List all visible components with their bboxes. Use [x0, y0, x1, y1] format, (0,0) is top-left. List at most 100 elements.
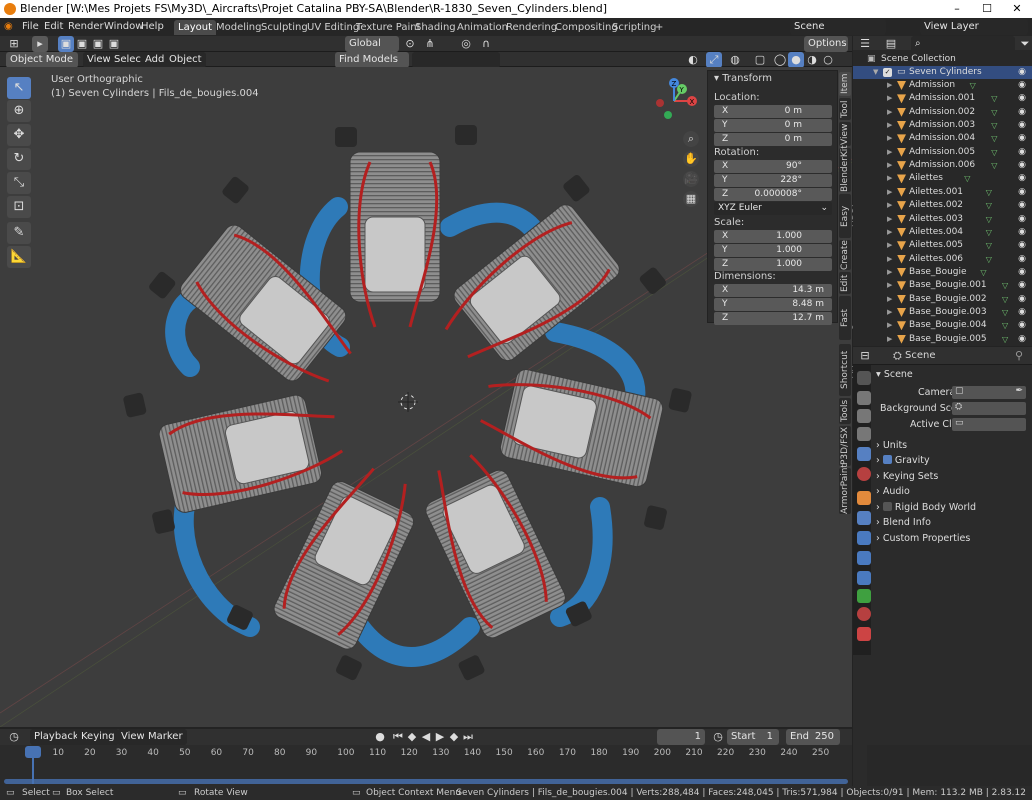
outliner-item[interactable]: ▶ Ailettes ▽ ◉ — [853, 172, 1032, 185]
expand-arrow-icon[interactable]: ▶ — [887, 279, 892, 292]
scene-selector[interactable]: Scene — [790, 19, 886, 35]
pivot-icon[interactable]: ⊙ — [402, 36, 418, 52]
visibility-icon[interactable]: ◐ — [685, 52, 701, 68]
outliner-item[interactable]: ▶ Ailettes.005 ▽ ◉ — [853, 239, 1032, 252]
location-z-field[interactable]: Z0 m — [714, 133, 832, 146]
tab-create[interactable]: Create — [839, 240, 851, 270]
outliner-item[interactable]: ▶ Base_Bougie.004 ▽ ◉ — [853, 319, 1032, 332]
eye-icon[interactable]: ◉ — [1018, 253, 1026, 266]
scene-panel-header[interactable]: ▾ Scene — [876, 369, 913, 380]
expand-arrow-icon[interactable]: ▶ — [887, 199, 892, 212]
outliner-item[interactable]: ▶ Base_Bougie ▽ ◉ — [853, 266, 1032, 279]
expand-arrow-icon[interactable]: ▶ — [887, 213, 892, 226]
find-models-search[interactable] — [412, 52, 500, 68]
mesh-data-icon[interactable]: ▽ — [1002, 319, 1008, 332]
scale-tool-icon[interactable]: ⤡ — [7, 172, 31, 194]
outliner-item[interactable]: ▶ Ailettes.001 ▽ ◉ — [853, 186, 1032, 199]
menu-window[interactable]: Window — [104, 20, 143, 34]
expand-arrow-icon[interactable]: ▶ — [887, 119, 892, 132]
dimensions-y-field[interactable]: Y 8.48 m — [714, 298, 832, 311]
scale-z-field[interactable]: Z 1.000 — [714, 258, 832, 271]
outliner-item[interactable]: ▶ Ailettes.006 ▽ ◉ — [853, 253, 1032, 266]
eye-icon[interactable]: ◉ — [1018, 79, 1026, 92]
orientation-dropdown[interactable]: Global — [345, 36, 399, 52]
material-props-icon[interactable] — [857, 607, 871, 621]
select-mode-subtract-icon[interactable]: ▣ — [90, 36, 106, 52]
menu-help[interactable]: Help — [141, 20, 164, 34]
falloff-icon[interactable]: ∩ — [478, 36, 494, 52]
tab-shortcut-vur[interactable]: Shortcut VUr — [839, 344, 862, 396]
object-props-icon[interactable] — [857, 491, 871, 505]
location-y-field[interactable]: Y0 m — [714, 119, 832, 132]
eye-icon[interactable]: ◉ — [1018, 333, 1026, 346]
expand-arrow-icon[interactable]: ▶ — [887, 79, 892, 92]
expand-arrow-icon[interactable]: ▶ — [887, 92, 892, 105]
eyedropper-icon[interactable]: ✒ — [1015, 386, 1023, 396]
editor-type-icon[interactable]: ⊞ — [6, 36, 22, 52]
menu-object[interactable]: Object — [165, 52, 206, 68]
eye-icon[interactable]: ◉ — [1018, 213, 1026, 226]
outliner-item[interactable]: ▶ Admission.001 ▽ ◉ — [853, 92, 1032, 105]
scene-props-icon[interactable] — [857, 447, 871, 461]
gizmo-toggle-icon[interactable]: ⤢ — [706, 52, 722, 68]
outliner-item[interactable]: ▶ Base_Bougie.003 ▽ ◉ — [853, 306, 1032, 319]
expand-arrow-icon[interactable]: ▶ — [887, 186, 892, 199]
mesh-data-icon[interactable]: ▽ — [1002, 306, 1008, 319]
playhead[interactable] — [25, 746, 41, 758]
eye-icon[interactable]: ◉ — [1018, 172, 1026, 185]
current-frame-field[interactable]: 1 — [657, 729, 705, 745]
outliner-item[interactable]: ▶ Admission.002 ▽ ◉ — [853, 106, 1032, 119]
measure-tool-icon[interactable]: 📐 — [7, 246, 31, 268]
data-props-icon[interactable] — [857, 589, 871, 603]
outliner-item[interactable]: ▶ Admission.004 ▽ ◉ — [853, 132, 1032, 145]
dimensions-x-field[interactable]: X 14.3 m — [714, 284, 832, 297]
mesh-data-icon[interactable]: ▽ — [991, 146, 997, 159]
section-blend-info[interactable]: › Blend Info — [876, 517, 931, 528]
timeline-editor-icon[interactable]: ◷ — [6, 729, 22, 745]
expand-arrow-icon[interactable]: ▶ — [887, 146, 892, 159]
snap-icon[interactable]: ⋔ — [422, 36, 438, 52]
mode-dropdown[interactable]: Object Mode — [6, 52, 78, 68]
timeline-scrollbar[interactable] — [4, 779, 848, 784]
eye-icon[interactable]: ◉ — [1018, 106, 1026, 119]
marker-menu[interactable]: Marker — [144, 729, 187, 745]
minimize-button[interactable]: – — [942, 0, 972, 18]
tweak-tool-icon[interactable]: ▸ — [32, 36, 48, 52]
tab-item[interactable]: Item — [839, 72, 851, 96]
mesh-data-icon[interactable]: ▽ — [991, 106, 997, 119]
outliner-item[interactable]: ▶ Base_Bougie.005 ▽ ◉ — [853, 333, 1032, 346]
view-layer-props-icon[interactable] — [857, 427, 871, 441]
checkbox-icon[interactable]: ✓ — [883, 68, 892, 77]
close-button[interactable]: ✕ — [1002, 0, 1032, 18]
camera-field[interactable]: ▢ ✒ — [952, 386, 1026, 399]
keying-menu[interactable]: Keying — [77, 729, 119, 745]
clock-icon[interactable]: ◷ — [710, 729, 726, 745]
pan-hand-icon[interactable]: ✋ — [683, 151, 699, 167]
physics-props-icon[interactable] — [857, 551, 871, 565]
rotation-z-field[interactable]: Z 0.000008° — [714, 188, 832, 201]
view-layer-selector[interactable]: View Layer — [920, 19, 1028, 35]
expand-arrow-icon[interactable]: ▶ — [887, 293, 892, 306]
expand-arrow-icon[interactable]: ▶ — [887, 253, 892, 266]
eye-icon[interactable]: ◉ — [1018, 92, 1026, 105]
tab-layout[interactable]: Layout — [174, 20, 216, 35]
options-dropdown[interactable]: Options — [804, 36, 848, 52]
world-props-icon[interactable] — [857, 467, 871, 481]
tab-fast-carve[interactable]: Fast Carve — [839, 296, 862, 340]
mesh-data-icon[interactable]: ▽ — [991, 92, 997, 105]
playback-menu[interactable]: Playback — [30, 729, 83, 745]
expand-arrow-icon[interactable]: ▶ — [887, 106, 892, 119]
mesh-data-icon[interactable]: ▽ — [986, 199, 992, 212]
tab-easy-hdri[interactable]: Easy HDRI — [839, 194, 862, 238]
cursor-tool-icon[interactable]: ⊕ — [7, 100, 31, 122]
jump-end-icon[interactable]: ⏭ — [460, 729, 476, 745]
mesh-data-icon[interactable]: ▽ — [1002, 293, 1008, 306]
overlay-icon[interactable]: ◍ — [727, 52, 743, 68]
tab-edit[interactable]: Edit — [839, 272, 851, 294]
tab-view[interactable]: View — [839, 122, 851, 146]
mesh-data-icon[interactable]: ▽ — [970, 79, 976, 92]
outliner-item[interactable]: ▶ Ailettes.002 ▽ ◉ — [853, 199, 1032, 212]
dimensions-z-field[interactable]: Z 12.7 m — [714, 312, 832, 325]
scene-collection-row[interactable]: ▣ Scene Collection — [853, 53, 1032, 66]
modifier-props-icon[interactable] — [857, 511, 871, 525]
